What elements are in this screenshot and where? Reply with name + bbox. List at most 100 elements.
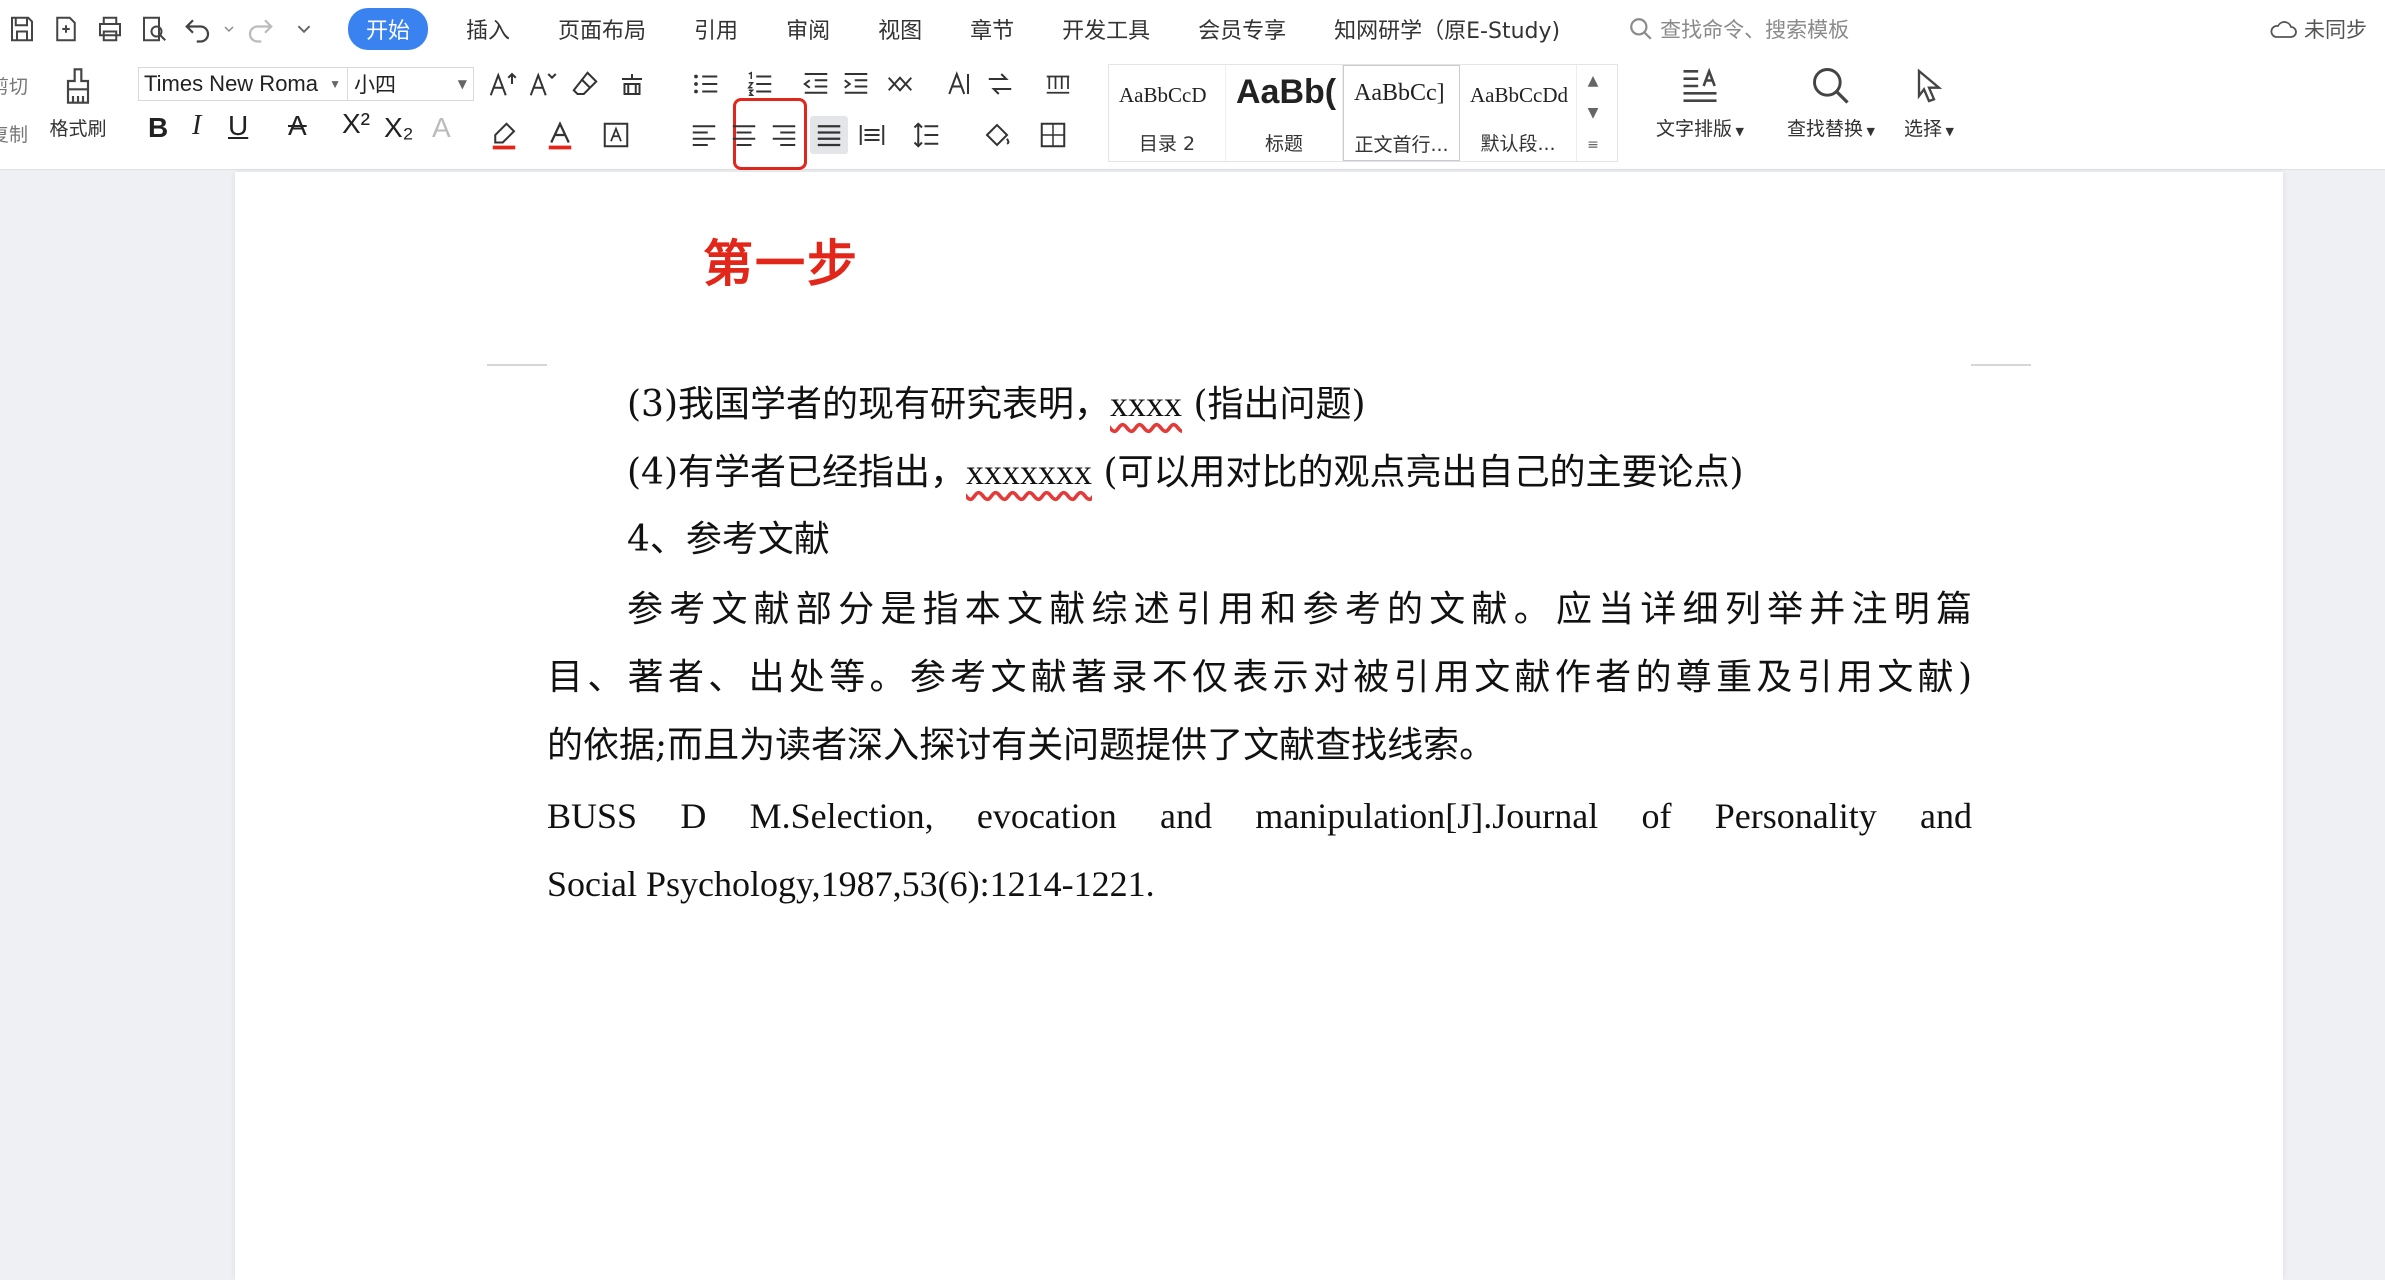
- char-border-icon: [603, 122, 629, 148]
- font-name-select[interactable]: Times New Roma ▼: [138, 67, 348, 101]
- distributed-align-button[interactable]: [856, 118, 888, 152]
- phonetic-guide-button[interactable]: [612, 68, 652, 100]
- bullet-list-button[interactable]: [688, 68, 724, 100]
- tab-references[interactable]: 引用: [694, 13, 738, 45]
- save-button[interactable]: [2, 9, 42, 49]
- phonetic-icon: [622, 74, 642, 95]
- undo-dropdown[interactable]: [222, 9, 236, 49]
- magnifier-icon: [1813, 68, 1849, 104]
- margin-marker-left: [487, 364, 547, 366]
- reference-entry-line-1[interactable]: BUSS D M.Selection, evocation and manipu…: [547, 782, 1972, 850]
- doc-line-3[interactable]: (3)我国学者的现有研究表明，xxxx (指出问题): [547, 370, 1972, 439]
- decrease-indent-button[interactable]: [800, 68, 832, 100]
- chinese-layout-icon: [888, 76, 912, 92]
- align-center-button[interactable]: [728, 118, 760, 152]
- line-text: (可以用对比的观点亮出自己的主要论点): [1092, 452, 1744, 493]
- sort-button[interactable]: [982, 68, 1018, 100]
- bullet-list-icon: [694, 74, 718, 94]
- style-title[interactable]: AaBb( 标题: [1226, 65, 1343, 161]
- brush-icon: [66, 68, 90, 104]
- command-search[interactable]: 查找命令、搜索模板: [1628, 14, 1849, 44]
- sync-label: 未同步: [2304, 18, 2367, 42]
- style-body-first-indent[interactable]: AaBbCc] 正文首行...: [1343, 65, 1460, 161]
- step-annotation: 第一步: [703, 235, 859, 293]
- cloud-icon: [2270, 21, 2297, 38]
- export-pdf-button[interactable]: [46, 9, 86, 49]
- shrink-font-button[interactable]: [526, 68, 558, 100]
- tab-cnki-estudy[interactable]: 知网研学（原E-Study): [1334, 13, 1560, 45]
- align-right-icon: [772, 125, 796, 146]
- undo-button[interactable]: [178, 9, 218, 49]
- style-toc2[interactable]: AaBbCcD 目录 2: [1109, 65, 1226, 161]
- grow-font-button[interactable]: [486, 68, 518, 100]
- text-layout-button[interactable]: 文字排版 ▼: [1640, 64, 1760, 141]
- find-replace-button[interactable]: 查找替换 ▼: [1776, 64, 1886, 141]
- styles-scroll[interactable]: ▲ ▼ ≡: [1577, 65, 1609, 161]
- print-button[interactable]: [90, 9, 130, 49]
- strikethrough-button[interactable]: A: [288, 110, 307, 142]
- chevron-down-icon: ▼: [329, 77, 341, 91]
- increase-indent-button[interactable]: [840, 68, 872, 100]
- doc-line-4[interactable]: (4)有学者已经指出，xxxxxxx (可以用对比的观点亮出自己的主要论点): [547, 438, 1972, 507]
- reference-entry-line-2[interactable]: Social Psychology,1987,53(6):1214-1221.: [547, 850, 1972, 918]
- subscript-button[interactable]: X₂: [384, 112, 414, 144]
- references-paragraph-line-2[interactable]: 目、著者、出处等。参考文献著录不仅表示对被引用文献作者的尊重及引用文献): [547, 644, 1972, 712]
- italic-button[interactable]: I: [192, 110, 201, 142]
- tab-review[interactable]: 审阅: [786, 13, 830, 45]
- redo-button[interactable]: [240, 9, 280, 49]
- section-heading-references[interactable]: 4、参考文献: [547, 506, 1972, 574]
- copy-button[interactable]: 复制: [0, 120, 28, 147]
- font-color-icon: [548, 121, 572, 150]
- highlight-color-button[interactable]: [488, 118, 520, 152]
- chevron-up-icon[interactable]: ▲: [1588, 73, 1599, 89]
- document-page[interactable]: 第一步 (3)我国学者的现有研究表明，xxxx (指出问题) (4)有学者已经指…: [235, 172, 2283, 1280]
- style-sample: AaBbCcD: [1119, 83, 1207, 107]
- tab-view[interactable]: 视图: [878, 13, 922, 45]
- cut-button[interactable]: 剪切: [0, 72, 28, 99]
- style-sample: AaBb(: [1236, 73, 1337, 111]
- tab-developer[interactable]: 开发工具: [1062, 13, 1150, 45]
- format-painter-button[interactable]: 格式刷: [42, 64, 114, 141]
- distributed-icon: [859, 125, 885, 145]
- text-direction-button[interactable]: [942, 68, 974, 100]
- font-size-select[interactable]: 小四 ▼: [348, 67, 474, 101]
- print-preview-button[interactable]: [134, 9, 174, 49]
- clear-format-button[interactable]: [568, 68, 602, 100]
- tab-home[interactable]: 开始: [348, 8, 429, 50]
- search-icon: [1630, 18, 1652, 40]
- text-effect-button[interactable]: A: [432, 112, 451, 144]
- borders-button[interactable]: [1036, 118, 1070, 152]
- line-spacing-button[interactable]: [910, 118, 944, 152]
- sort-icon: [988, 73, 1012, 95]
- tab-sections[interactable]: 章节: [970, 13, 1014, 45]
- align-left-button[interactable]: [688, 118, 720, 152]
- align-right-button[interactable]: [768, 118, 800, 152]
- find-replace-label: 查找替换: [1787, 118, 1864, 140]
- style-name: 正文首行...: [1354, 134, 1449, 156]
- bold-button[interactable]: B: [148, 112, 168, 144]
- font-color-button[interactable]: [544, 118, 576, 152]
- references-paragraph-line-1[interactable]: 参考文献部分是指本文献综述引用和参考的文献。应当详细列举并注明篇: [547, 576, 1972, 644]
- sync-status[interactable]: 未同步: [2268, 14, 2367, 44]
- tab-member[interactable]: 会员专享: [1198, 13, 1286, 45]
- show-marks-button[interactable]: [1040, 68, 1076, 100]
- style-name: 目录 2: [1138, 133, 1196, 155]
- justify-button[interactable]: [810, 116, 848, 154]
- outdent-icon: [803, 73, 828, 94]
- style-default-paragraph[interactable]: AaBbCcDd 默认段...: [1460, 65, 1577, 161]
- underline-button[interactable]: U: [228, 110, 248, 142]
- superscript-button[interactable]: X²: [342, 108, 370, 140]
- tab-page-layout[interactable]: 页面布局: [558, 13, 646, 45]
- customize-quick-access[interactable]: [284, 9, 324, 49]
- select-button[interactable]: 选择 ▼: [1894, 64, 1964, 141]
- tab-insert[interactable]: 插入: [466, 13, 510, 45]
- expand-icon[interactable]: ≡: [1587, 137, 1599, 153]
- numbered-list-button[interactable]: [742, 68, 778, 100]
- chinese-layout-button[interactable]: [882, 68, 918, 100]
- shading-button[interactable]: [980, 118, 1014, 152]
- references-paragraph-line-3[interactable]: 的依据;而且为读者深入探讨有关问题提供了文献查找线索。: [547, 712, 1972, 780]
- eraser-icon: [572, 71, 598, 95]
- character-border-button[interactable]: [600, 118, 632, 152]
- chevron-down-icon[interactable]: ▼: [1588, 105, 1599, 121]
- line-spacing-icon: [913, 122, 939, 148]
